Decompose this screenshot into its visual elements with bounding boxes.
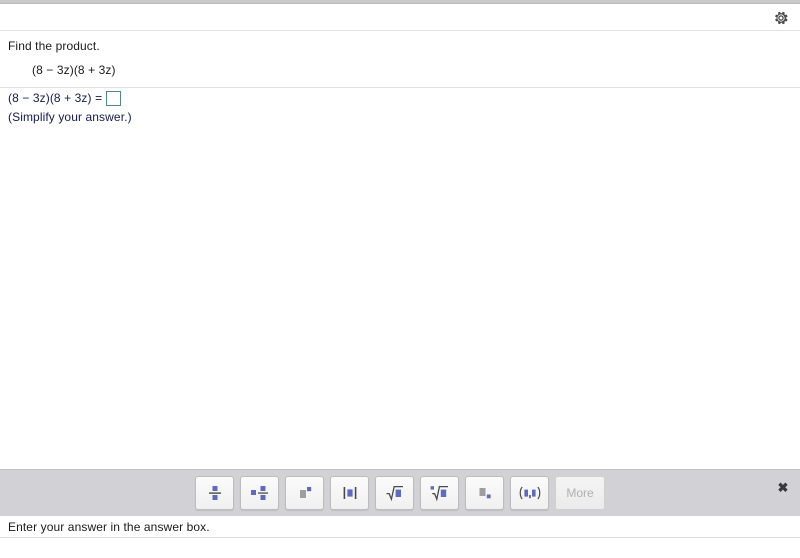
nth-root-icon (430, 485, 448, 502)
status-message: Enter your answer in the answer box. (8, 519, 210, 534)
nth-root-button[interactable] (420, 476, 459, 510)
square-root-button[interactable] (375, 476, 414, 510)
mixed-number-button[interactable] (240, 476, 279, 510)
interval-icon (519, 486, 540, 500)
close-icon[interactable]: ✖ (776, 480, 790, 494)
header-bar (0, 4, 800, 31)
square-root-icon (386, 485, 403, 502)
problem-expression: (8 − 3z)(8 + 3z) (32, 63, 116, 77)
gear-icon[interactable] (770, 7, 792, 29)
status-bar: Enter your answer in the answer box. (0, 516, 800, 538)
absolute-value-button[interactable] (330, 476, 369, 510)
problem-statement: Find the product. (8 − 3z)(8 + 3z) (0, 32, 800, 88)
exponent-icon (299, 487, 311, 498)
fraction-button[interactable] (195, 476, 234, 510)
interval-button[interactable] (510, 476, 549, 510)
simplify-hint: (Simplify your answer.) (8, 110, 132, 124)
answer-equation-label: (8 − 3z)(8 + 3z) = (8, 91, 103, 105)
subscript-icon (479, 488, 491, 499)
subscript-button[interactable] (465, 476, 504, 510)
exponent-button[interactable] (285, 476, 324, 510)
more-button[interactable]: More (555, 476, 605, 510)
absolute-value-icon (343, 487, 356, 499)
math-palette-buttons: More (195, 476, 605, 510)
math-palette-toolbar: More ✖ (0, 469, 800, 516)
footer-padding (0, 539, 800, 558)
answer-input[interactable] (106, 90, 122, 106)
answer-area: (8 − 3z)(8 + 3z) = (Simplify your answer… (0, 86, 800, 125)
answer-row: (8 − 3z)(8 + 3z) = (8, 90, 800, 106)
work-canvas (0, 124, 800, 469)
fraction-icon (208, 486, 221, 500)
problem-prompt: Find the product. (8, 39, 100, 53)
mixed-number-icon (250, 486, 268, 500)
